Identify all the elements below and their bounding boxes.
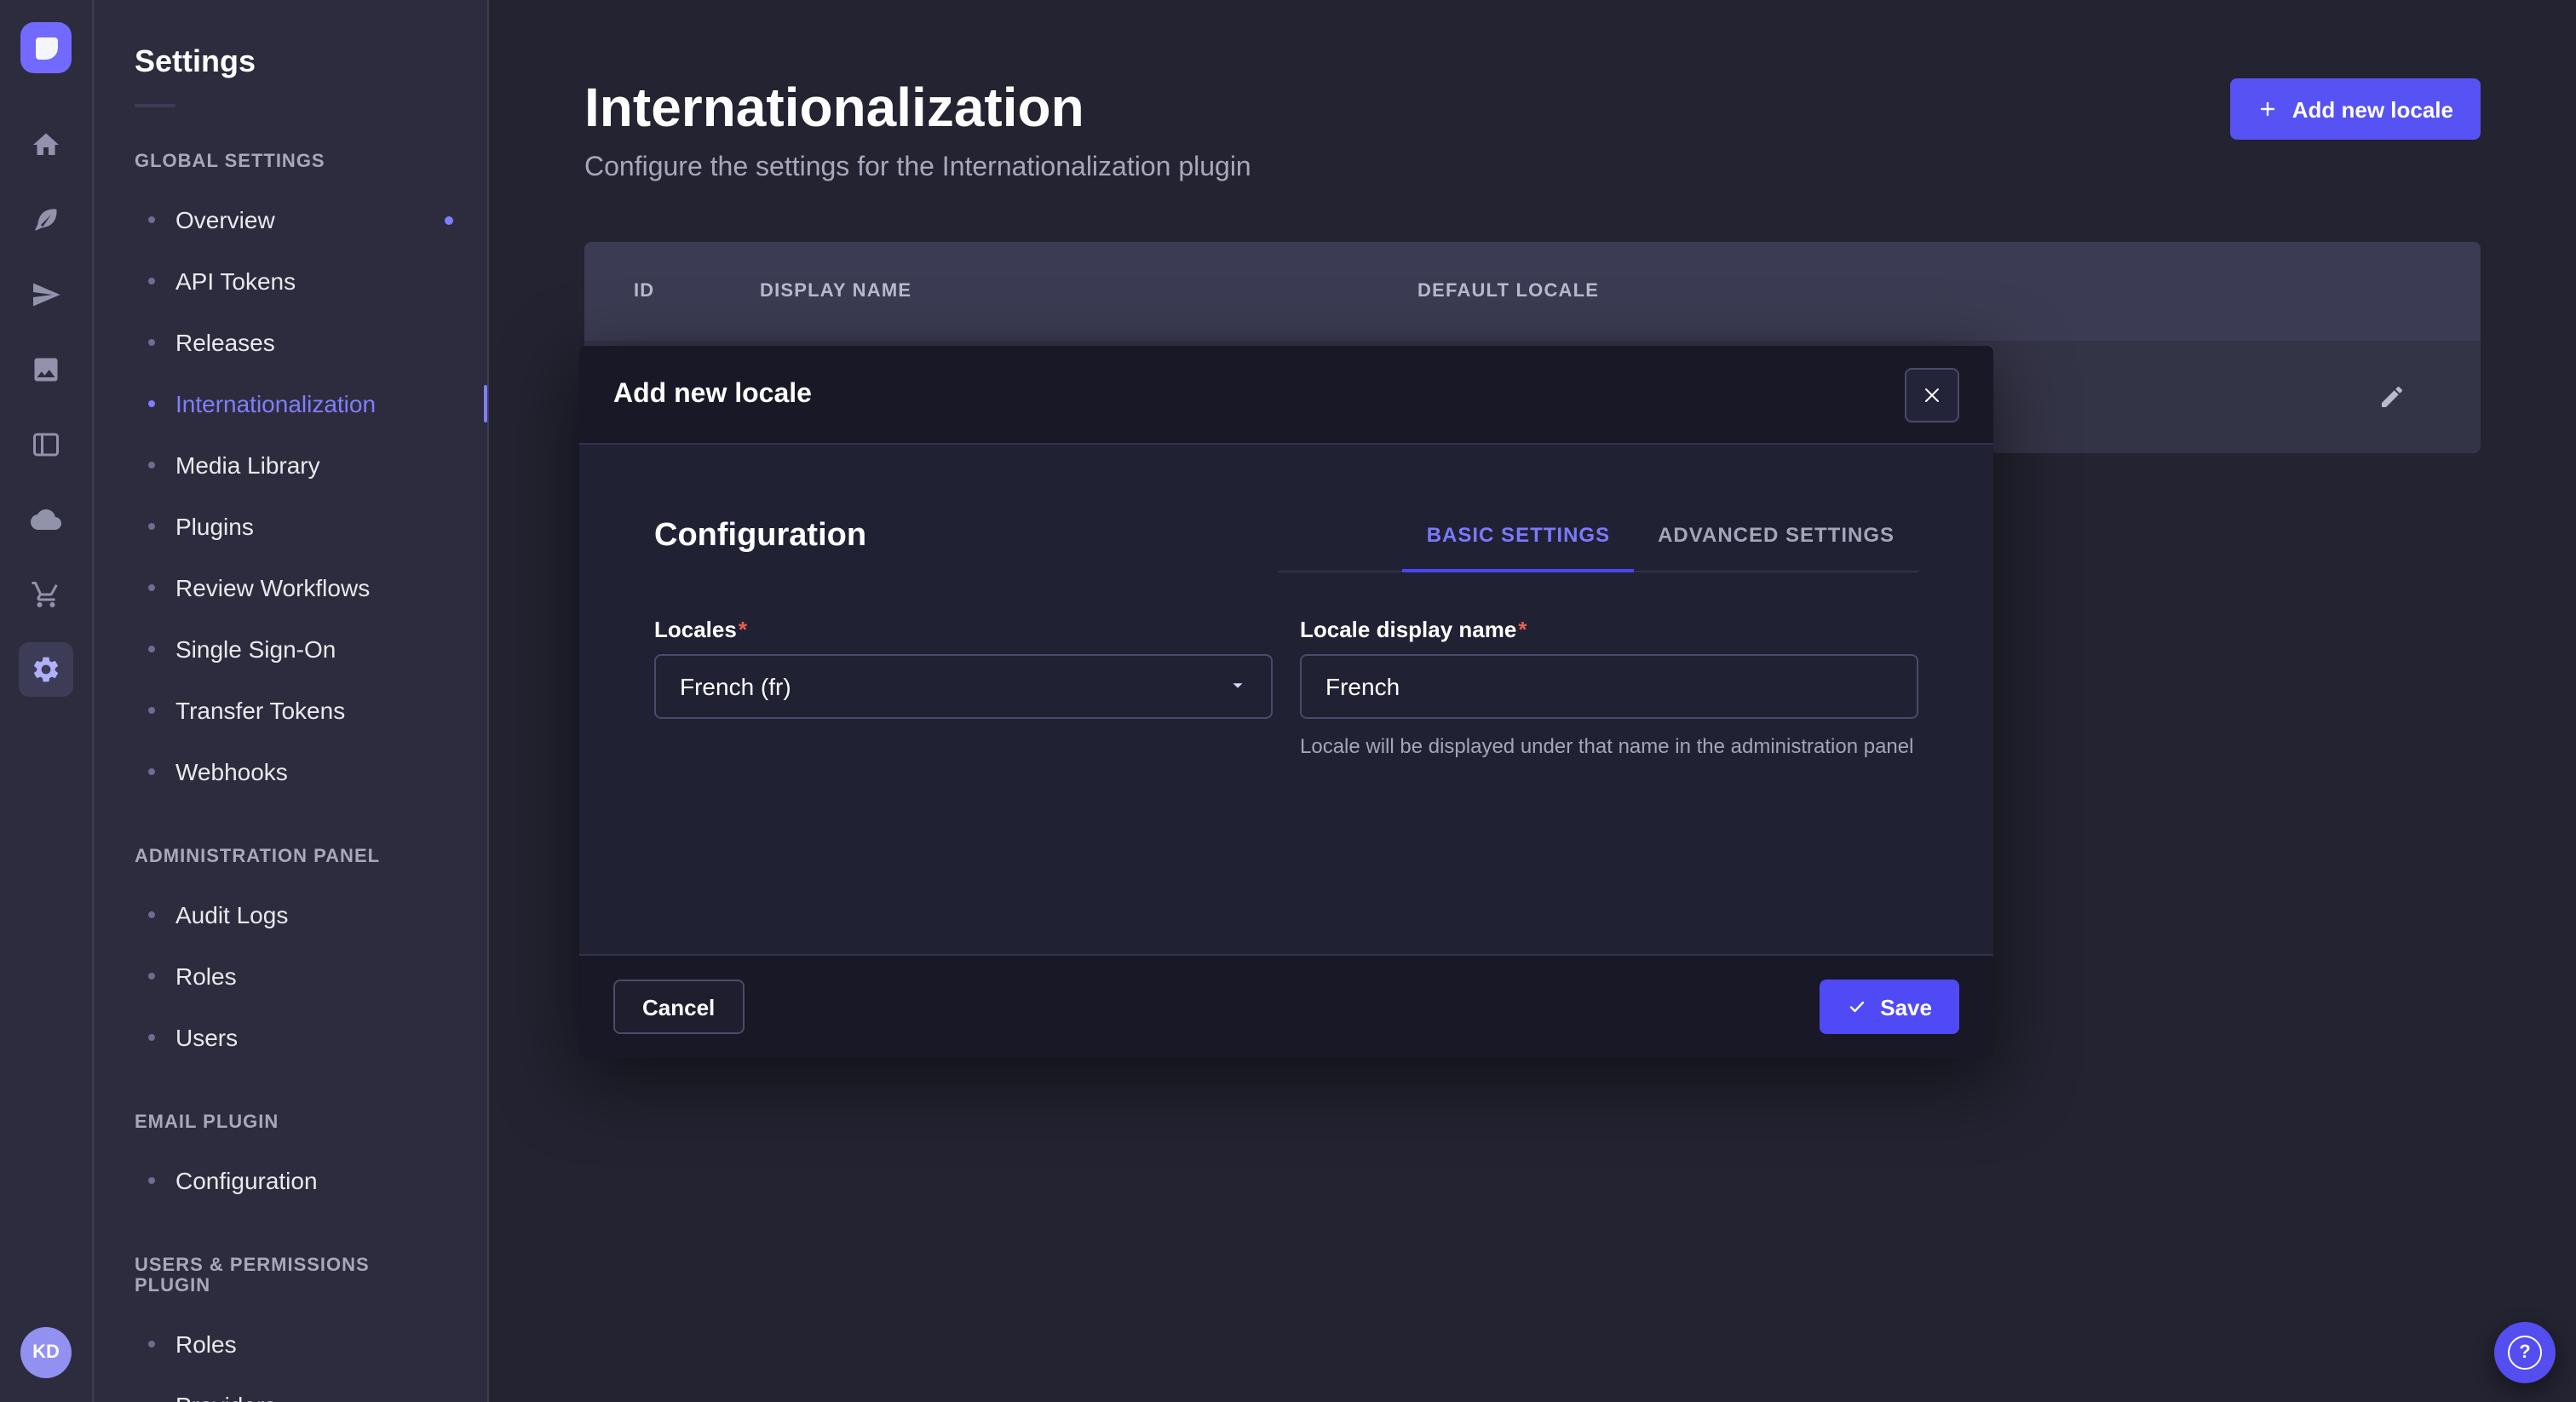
- locales-select-value: French (fr): [680, 673, 791, 700]
- add-locale-modal: Add new locale Configuration BASIC SETTI…: [579, 346, 1993, 1058]
- configuration-heading: Configuration: [654, 518, 866, 555]
- app-window: KD Settings GLOBAL SETTINGS Overview API…: [0, 0, 2576, 1402]
- chevron-down-icon: [1228, 673, 1247, 700]
- tab-basic-settings[interactable]: BASIC SETTINGS: [1403, 509, 1634, 572]
- question-icon: ?: [2508, 1336, 2542, 1370]
- display-name-input[interactable]: [1300, 654, 1918, 719]
- modal-footer: Cancel Save: [579, 954, 1993, 1058]
- modal-header: Add new locale: [579, 346, 1993, 445]
- modal-body: Configuration BASIC SETTINGS ADVANCED SE…: [579, 445, 1993, 954]
- cancel-button[interactable]: Cancel: [613, 980, 744, 1034]
- save-button[interactable]: Save: [1819, 980, 1959, 1034]
- display-name-field-group: Locale display name* Locale will be disp…: [1300, 617, 1918, 762]
- required-asterisk: *: [1518, 617, 1527, 642]
- locales-field-group: Locales* French (fr): [654, 617, 1273, 762]
- modal-title: Add new locale: [613, 379, 812, 410]
- display-name-field-label: Locale display name: [1300, 617, 1516, 642]
- help-button[interactable]: ?: [2494, 1322, 2556, 1383]
- close-icon[interactable]: [1905, 367, 1959, 422]
- locales-select[interactable]: French (fr): [654, 654, 1273, 719]
- modal-tabs: BASIC SETTINGS ADVANCED SETTINGS: [1278, 509, 1918, 572]
- locale-form: Locales* French (fr) Locale display name…: [654, 617, 1918, 762]
- check-icon: [1846, 997, 1866, 1017]
- tab-advanced-settings[interactable]: ADVANCED SETTINGS: [1634, 509, 1918, 571]
- locales-field-label: Locales: [654, 617, 737, 642]
- display-name-hint: Locale will be displayed under that name…: [1300, 733, 1918, 762]
- required-asterisk: *: [739, 617, 747, 642]
